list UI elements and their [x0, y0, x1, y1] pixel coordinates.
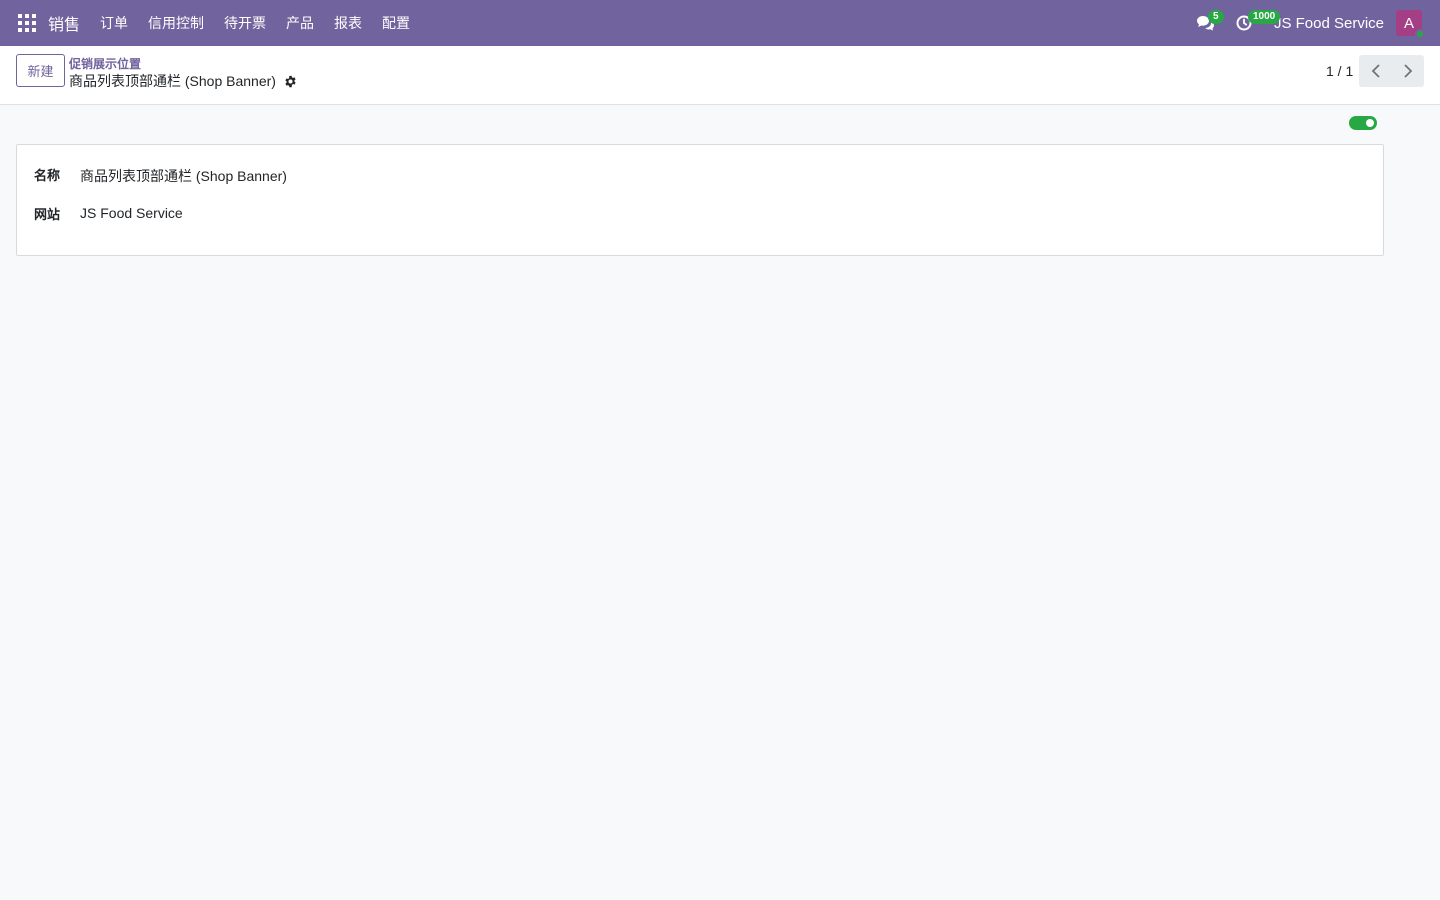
- menu-item-configuration[interactable]: 配置: [382, 13, 410, 33]
- avatar-letter: A: [1403, 14, 1414, 32]
- messaging-button[interactable]: 5: [1196, 0, 1224, 46]
- active-toggle[interactable]: [1349, 116, 1377, 130]
- activities-count-badge: 1000: [1247, 10, 1281, 24]
- menu-item-orders[interactable]: 订单: [100, 13, 128, 33]
- apps-menu-icon[interactable]: [18, 14, 36, 32]
- breadcrumb-parent[interactable]: 促销展示位置: [69, 55, 141, 72]
- record-title: 商品列表顶部通栏 (Shop Banner): [69, 73, 276, 89]
- user-avatar[interactable]: A: [1396, 10, 1425, 39]
- navbar-systray: 5 1000 JS Food Service A: [1196, 0, 1440, 46]
- menu-item-reporting[interactable]: 报表: [334, 13, 362, 33]
- menu-item-products[interactable]: 产品: [286, 13, 314, 33]
- main-menu: 订单 信用控制 待开票 产品 报表 配置: [100, 13, 430, 33]
- control-panel: 新建 促销展示位置 商品列表顶部通栏 (Shop Banner) 1 / 1: [0, 46, 1440, 105]
- app-name[interactable]: 销售: [48, 11, 80, 35]
- activities-button[interactable]: 1000: [1236, 0, 1281, 46]
- pager-value[interactable]: 1 / 1: [1326, 63, 1353, 79]
- gear-icon[interactable]: [284, 75, 297, 88]
- breadcrumb-current: 商品列表顶部通栏 (Shop Banner): [69, 71, 297, 91]
- chevron-right-icon: [1403, 64, 1412, 78]
- form-sheet: 名称 商品列表顶部通栏 (Shop Banner) 网站 JS Food Ser…: [16, 144, 1384, 256]
- menu-item-credit-control[interactable]: 信用控制: [148, 13, 204, 33]
- company-switcher[interactable]: JS Food Service: [1274, 15, 1384, 32]
- new-button[interactable]: 新建: [16, 54, 65, 87]
- chevron-left-icon: [1371, 64, 1380, 78]
- toggle-knob: [1366, 119, 1374, 127]
- top-navbar: 销售 订单 信用控制 待开票 产品 报表 配置 5 1000 JS Food S…: [0, 0, 1440, 46]
- online-status-dot: [1415, 29, 1425, 39]
- menu-item-to-invoice[interactable]: 待开票: [224, 13, 266, 33]
- pager-next-button[interactable]: [1391, 55, 1424, 87]
- field-value-name[interactable]: 商品列表顶部通栏 (Shop Banner): [80, 166, 287, 186]
- field-value-website[interactable]: JS Food Service: [80, 205, 183, 221]
- field-label-website: 网站: [34, 207, 61, 222]
- pager-previous-button[interactable]: [1359, 55, 1392, 87]
- field-label-name: 名称: [34, 168, 61, 183]
- messages-count-badge: 5: [1207, 10, 1224, 24]
